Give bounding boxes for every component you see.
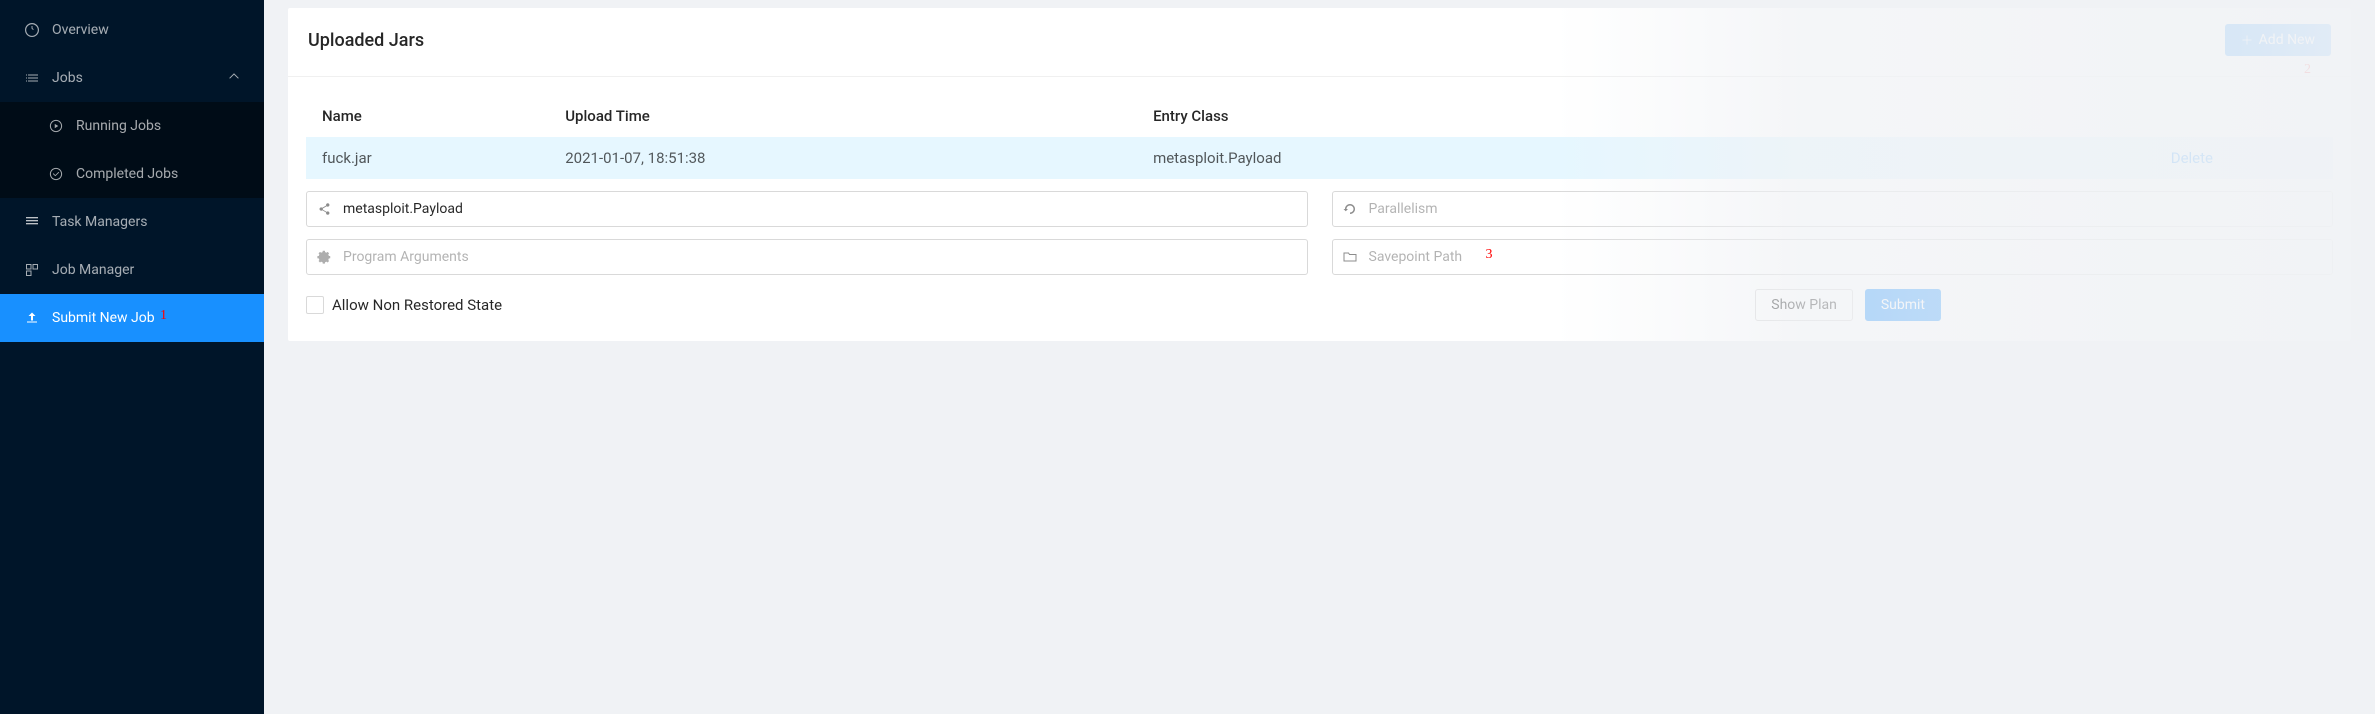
delete-link[interactable]: Delete xyxy=(2171,149,2213,167)
allow-non-restored-label: Allow Non Restored State xyxy=(332,296,502,314)
card-body: Name Upload Time Entry Class fuck.jar 20… xyxy=(288,77,2351,341)
uploaded-jars-card: Uploaded Jars Add New 2 Name Upload Time… xyxy=(288,8,2351,341)
sidebar-item-overview[interactable]: Overview xyxy=(0,6,264,54)
setting-icon xyxy=(316,249,332,265)
sidebar-label: Completed Jobs xyxy=(76,166,178,182)
show-plan-button[interactable]: Show Plan xyxy=(1755,289,1853,321)
play-circle-icon xyxy=(48,118,64,134)
action-buttons: Show Plan Submit xyxy=(1755,289,1941,321)
sidebar-item-completed-jobs[interactable]: Completed Jobs xyxy=(0,150,264,198)
check-circle-icon xyxy=(48,166,64,182)
chevron-up-icon xyxy=(228,70,240,86)
folder-icon xyxy=(1342,249,1358,265)
main-content: Uploaded Jars Add New 2 Name Upload Time… xyxy=(264,0,2375,714)
annotation-2: 2 xyxy=(2304,62,2311,78)
table-row[interactable]: fuck.jar 2021-01-07, 18:51:38 metasploit… xyxy=(306,137,2333,179)
sidebar-label: Jobs xyxy=(52,70,83,86)
plus-icon xyxy=(2241,34,2253,46)
build-icon xyxy=(24,262,40,278)
savepoint-path-input[interactable] xyxy=(1332,239,2334,275)
allow-non-restored-checkbox[interactable] xyxy=(306,296,324,314)
parallelism-input[interactable] xyxy=(1332,191,2334,227)
sidebar-item-job-manager[interactable]: Job Manager xyxy=(0,246,264,294)
table-header-row: Name Upload Time Entry Class xyxy=(306,95,2333,137)
col-upload-time: Upload Time xyxy=(549,95,1137,137)
col-name: Name xyxy=(306,95,549,137)
cell-name: fuck.jar xyxy=(306,137,549,179)
submenu-jobs: Running Jobs Completed Jobs xyxy=(0,102,264,198)
form-row-1 xyxy=(306,191,2333,227)
list-icon xyxy=(24,70,40,86)
sidebar-item-task-managers[interactable]: Task Managers xyxy=(0,198,264,246)
sidebar-item-jobs[interactable]: Jobs xyxy=(0,54,264,102)
sidebar-label: Running Jobs xyxy=(76,118,161,134)
form-bottom-row: Allow Non Restored State Show Plan Submi… xyxy=(306,289,2333,321)
form-row-2: 3 xyxy=(306,239,2333,275)
sidebar-label: Task Managers xyxy=(52,214,147,230)
col-action xyxy=(1948,95,2333,137)
cell-upload-time: 2021-01-07, 18:51:38 xyxy=(549,137,1137,179)
submit-button[interactable]: Submit xyxy=(1865,289,1941,321)
col-entry-class: Entry Class xyxy=(1137,95,1948,137)
entry-class-input[interactable] xyxy=(306,191,1308,227)
card-header: Uploaded Jars Add New 2 xyxy=(288,8,2351,77)
sidebar-item-running-jobs[interactable]: Running Jobs xyxy=(0,102,264,150)
annotation-1: 1 xyxy=(160,308,167,324)
sidebar-label: Submit New Job xyxy=(52,310,155,326)
card-title: Uploaded Jars xyxy=(308,30,424,51)
sidebar-label: Overview xyxy=(52,22,109,38)
share-alt-icon xyxy=(316,201,332,217)
cell-entry-class: metasploit.Payload xyxy=(1137,137,1948,179)
undo-icon xyxy=(1342,201,1358,217)
sidebar-label: Job Manager xyxy=(52,262,134,278)
schedule-icon xyxy=(24,214,40,230)
add-new-label: Add New xyxy=(2259,32,2315,48)
upload-icon xyxy=(24,310,40,326)
dashboard-icon xyxy=(24,22,40,38)
sidebar-item-submit-new-job[interactable]: Submit New Job 1 xyxy=(0,294,264,342)
jars-table: Name Upload Time Entry Class fuck.jar 20… xyxy=(306,95,2333,179)
add-new-button[interactable]: Add New xyxy=(2225,24,2331,56)
sidebar: Overview Jobs Running Jobs Completed Job… xyxy=(0,0,264,714)
program-arguments-input[interactable] xyxy=(306,239,1308,275)
